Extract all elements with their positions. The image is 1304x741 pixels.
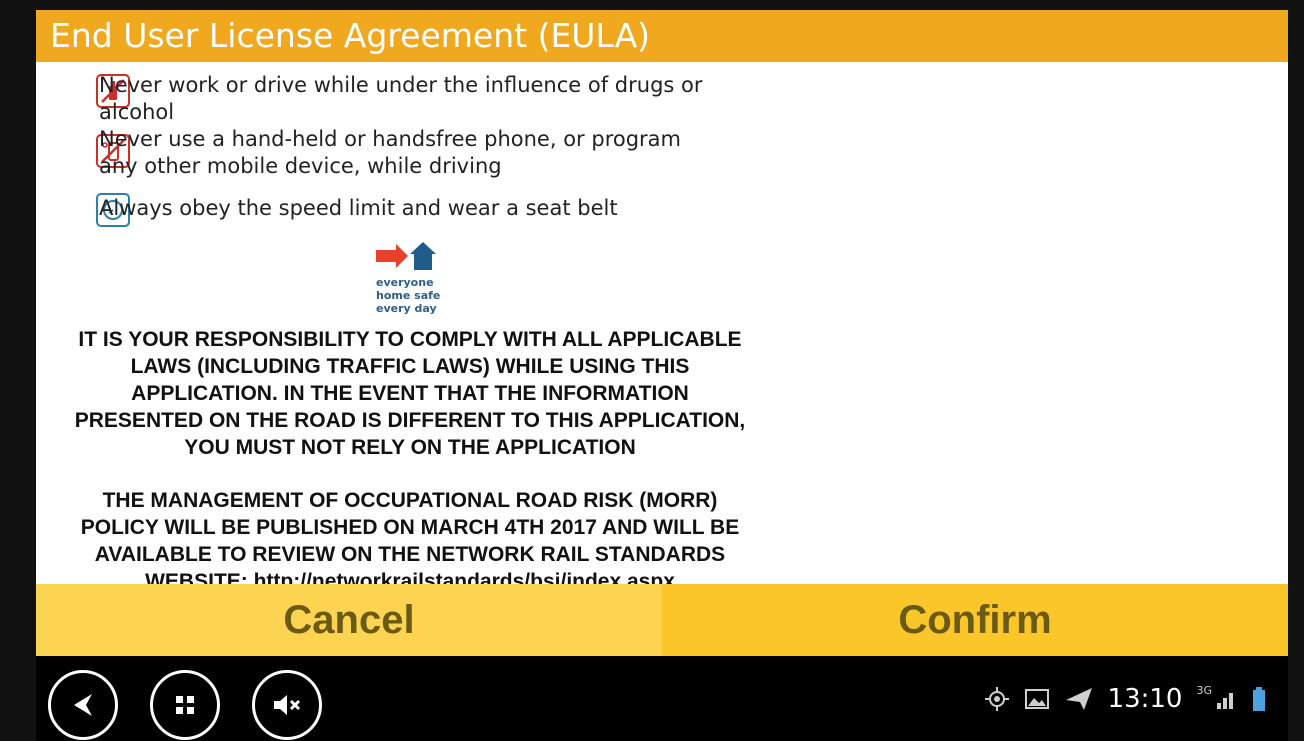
everyone-home-safe-logo: everyone home safe every day (376, 240, 456, 318)
grid-icon (176, 696, 194, 714)
signal-icon (1217, 692, 1233, 709)
app-screen: End User License Agreement (EULA) Never … (0, 0, 1304, 741)
navigation-arrow-icon (1065, 687, 1092, 710)
status-bar: 13:10 3G (984, 656, 1266, 741)
legal-line: APPLICATION. IN THE EVENT THAT THE INFOR… (131, 382, 689, 405)
device-bezel-left (0, 0, 36, 741)
device-bezel-right (1288, 0, 1304, 741)
device-bezel-top (0, 0, 1304, 10)
mute-button[interactable] (252, 670, 322, 740)
cancel-button[interactable]: Cancel (36, 584, 662, 656)
legal-line: YOU MUST NOT RELY ON THE APPLICATION (184, 436, 636, 459)
logo-line: every day (376, 302, 437, 315)
back-button[interactable] (48, 670, 118, 740)
logo-graphic (376, 242, 436, 270)
logo-line: everyone (376, 276, 434, 289)
legal-line: IT IS YOUR RESPONSIBILITY TO COMPLY WITH… (78, 328, 742, 351)
dialog-title: End User License Agreement (EULA) (36, 10, 1288, 62)
confirm-button[interactable]: Confirm (662, 584, 1288, 656)
location-icon (984, 686, 1009, 711)
clock: 13:10 (1107, 683, 1183, 714)
legal-line: POLICY WILL BE PUBLISHED ON MARCH 4TH 20… (80, 516, 740, 539)
image-icon (1024, 688, 1049, 709)
mute-icon (274, 695, 301, 715)
warning-text: Never use a hand-held or handsfree phone… (99, 127, 682, 178)
home-button[interactable] (150, 670, 220, 740)
android-nav-bar: 13:10 3G (36, 656, 1288, 741)
eula-content[interactable]: Never work or drive while under the infl… (36, 62, 1288, 584)
battery-icon (1253, 686, 1265, 711)
logo-line: home safe (376, 289, 441, 302)
legal-line: PRESENTED ON THE ROAD IS DIFFERENT TO TH… (74, 409, 746, 432)
back-arrow-icon (74, 694, 92, 716)
responsibility-notice: IT IS YOUR RESPONSIBILITY TO COMPLY WITH… (36, 326, 784, 461)
legal-line: THE MANAGEMENT OF OCCUPATIONAL ROAD RISK… (102, 489, 718, 512)
warning-text: Always obey the speed limit and wear a s… (99, 196, 618, 220)
dialog-buttons: Cancel Confirm (36, 584, 1288, 656)
legal-line: AVAILABLE TO REVIEW ON THE NETWORK RAIL … (94, 543, 726, 566)
warning-text: Never work or drive while under the infl… (99, 73, 703, 124)
morr-notice: THE MANAGEMENT OF OCCUPATIONAL ROAD RISK… (36, 487, 784, 584)
legal-line: LAWS (INCLUDING TRAFFIC LAWS) WHILE USIN… (130, 355, 690, 378)
network-type: 3G (1196, 684, 1212, 697)
legal-line: WEBSITE: http://networkrailstandards/bsi… (145, 570, 675, 584)
